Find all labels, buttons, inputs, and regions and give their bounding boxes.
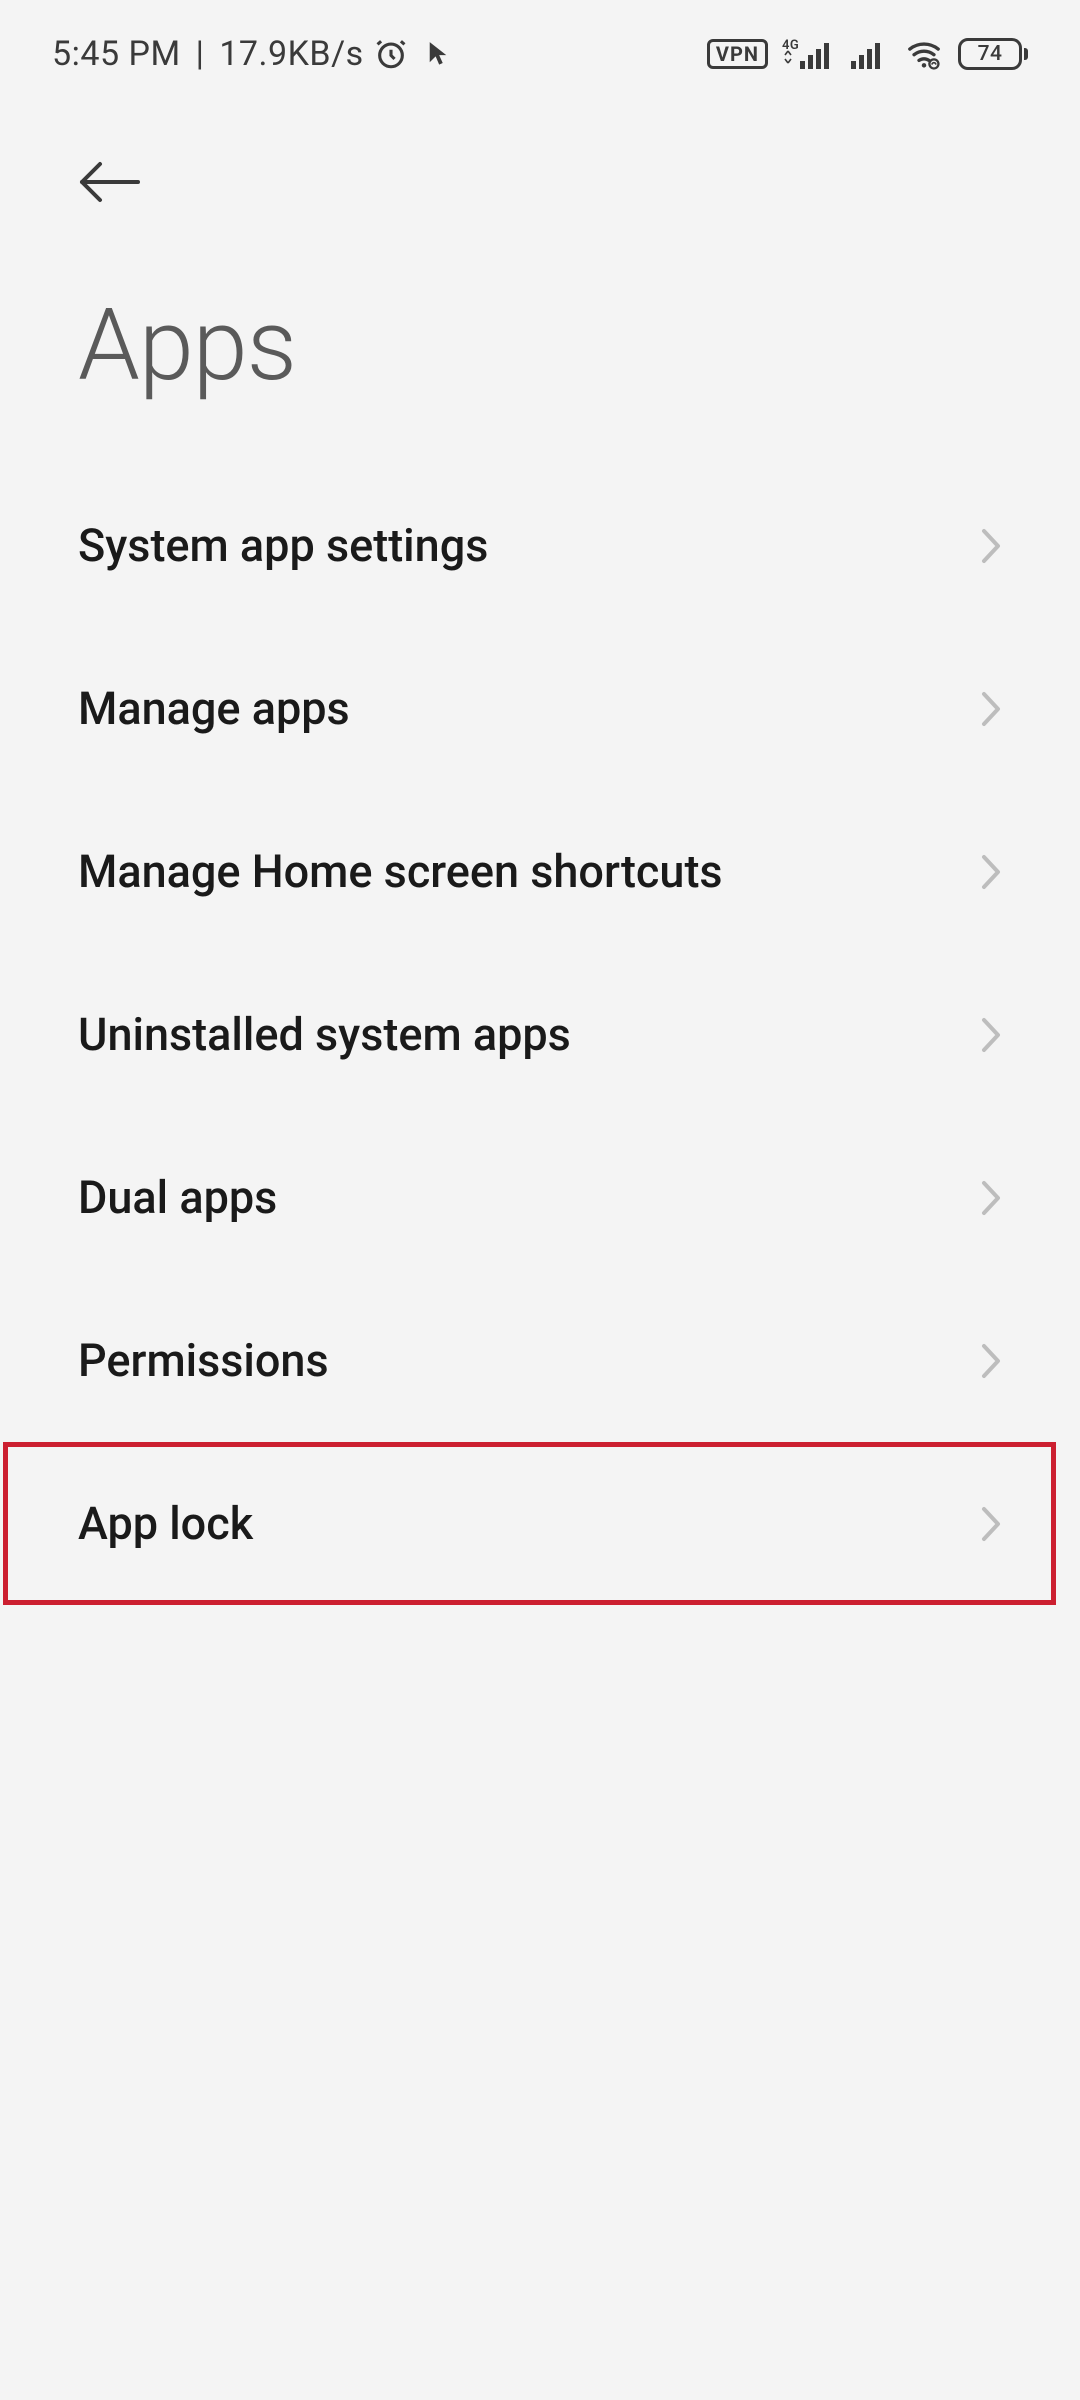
status-net-speed: 17.9KB/s [219,34,363,74]
signal-icon [850,37,890,71]
item-system-app-settings[interactable]: System app settings [0,464,1080,627]
item-permissions[interactable]: Permissions [0,1279,1080,1442]
chevron-right-icon [980,1179,1002,1217]
item-dual-apps[interactable]: Dual apps [0,1116,1080,1279]
wifi-icon [904,37,944,71]
cursor-icon [428,41,448,67]
item-manage-apps[interactable]: Manage apps [0,627,1080,790]
vpn-icon: VPN [707,39,768,69]
item-label: Permissions [78,1334,329,1387]
back-button[interactable] [78,160,142,204]
status-separator: | [187,34,214,74]
item-label: App lock [78,1497,253,1550]
chevron-right-icon [980,1505,1002,1543]
header-row [0,80,1080,228]
chevron-right-icon [980,690,1002,728]
status-time: 5:45 PM [52,34,181,74]
chevron-right-icon [980,853,1002,891]
item-label: Dual apps [78,1171,277,1224]
item-manage-home-screen-shortcuts[interactable]: Manage Home screen shortcuts [0,790,1080,953]
network-4g-icon: 4G [782,37,836,71]
item-label: System app settings [78,519,488,572]
item-uninstalled-system-apps[interactable]: Uninstalled system apps [0,953,1080,1116]
item-app-lock[interactable]: App lock [0,1442,1080,1605]
chevron-right-icon [980,1342,1002,1380]
battery-icon: 74 [958,38,1028,70]
alarm-icon [374,37,408,71]
status-left: 5:45 PM | 17.9KB/s [52,34,448,74]
svg-text:4G: 4G [782,38,799,53]
item-label: Manage apps [78,682,350,735]
status-right: VPN 4G [707,37,1028,71]
chevron-right-icon [980,527,1002,565]
item-label: Uninstalled system apps [78,1008,571,1061]
chevron-right-icon [980,1016,1002,1054]
item-label: Manage Home screen shortcuts [78,845,723,898]
status-bar: 5:45 PM | 17.9KB/s VPN 4G [0,0,1080,80]
page-title: Apps [0,228,1080,464]
battery-level: 74 [978,42,1003,66]
settings-list: System app settings Manage apps Manage H… [0,464,1080,1605]
